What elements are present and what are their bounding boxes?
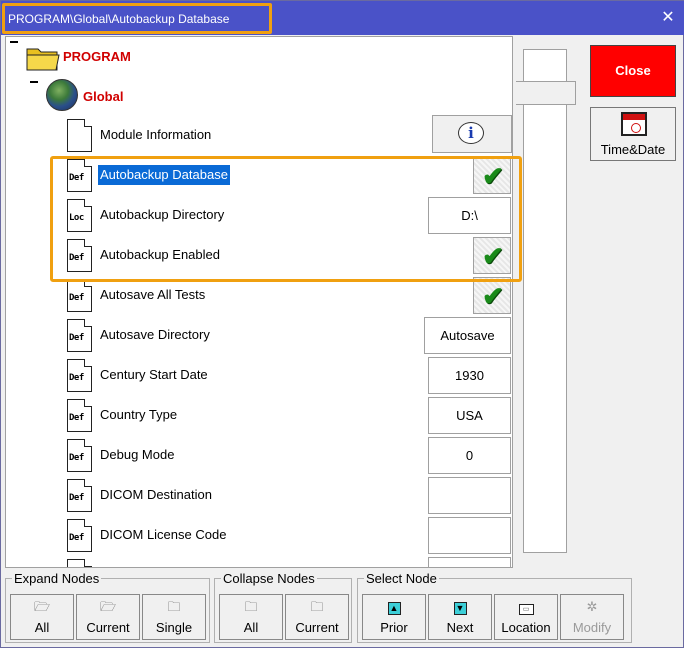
collapse-root-icon[interactable]	[10, 41, 18, 43]
select-node-title: Select Node	[364, 571, 439, 586]
title-highlight-frame	[2, 3, 272, 34]
dicom-destination-field[interactable]	[428, 477, 511, 514]
tree-item-autosave-all-tests[interactable]: Autosave All Tests	[98, 285, 207, 305]
collapse-current-button[interactable]: 🗀 Current	[285, 594, 349, 640]
debug-mode-field[interactable]: 0	[428, 437, 511, 474]
folder-icon	[26, 48, 60, 71]
folder-open-icon: 🗀	[167, 599, 181, 614]
tree-node-global[interactable]: Global	[83, 89, 123, 104]
autosave-directory-field[interactable]: Autosave	[424, 317, 511, 354]
expand-all-button[interactable]: 🗁 All	[10, 594, 74, 640]
modify-label: Modify	[572, 620, 612, 635]
folders-icon: 🗀	[310, 599, 324, 614]
info-icon: i	[458, 122, 484, 144]
prior-button[interactable]: ▲ Prior	[362, 594, 426, 640]
autobackup-enabled-checkbox[interactable]: ✔	[473, 237, 511, 274]
tree-item-country-type[interactable]: Country Type	[98, 405, 179, 425]
location-button[interactable]: ▭ Location	[494, 594, 558, 640]
autobackup-database-checkbox[interactable]: ✔	[473, 157, 511, 194]
autobackup-directory-field[interactable]: D:\	[428, 197, 511, 234]
def-icon: Def	[67, 239, 92, 272]
def-icon: Def	[67, 279, 92, 312]
collapse-nodes-title: Collapse Nodes	[221, 571, 317, 586]
title-bar: PROGRAM\Global\Autobackup Database ✕	[1, 1, 684, 35]
def-icon: Def	[67, 399, 92, 432]
document-icon	[67, 119, 92, 152]
tree-item-debug-mode[interactable]: Debug Mode	[98, 445, 176, 465]
prior-label: Prior	[380, 620, 408, 635]
folders-icon: 🗀	[244, 599, 258, 614]
expand-single-button[interactable]: 🗀 Single	[142, 594, 206, 640]
location-label: Location	[501, 620, 551, 635]
arrow-down-icon: ▼	[429, 599, 491, 615]
def-icon: Def	[67, 519, 92, 552]
loc-icon: Loc	[67, 199, 92, 232]
time-date-label: Time&Date	[600, 142, 666, 157]
info-button[interactable]: i	[432, 115, 512, 153]
check-icon: ✔	[482, 281, 504, 311]
folders-icon: 🗁	[33, 599, 51, 614]
tree-item-autobackup-directory[interactable]: Autobackup Directory	[98, 205, 226, 225]
arrow-up-icon: ▲	[363, 599, 425, 615]
collapse-nodes-group: Collapse Nodes 🗀 All 🗀 Current	[214, 572, 352, 643]
next-row-field[interactable]	[428, 557, 511, 567]
time-date-button[interactable]: Time&Date	[590, 107, 676, 161]
globe-icon	[46, 79, 78, 111]
expand-all-label: All	[34, 620, 50, 635]
tree-node-program[interactable]: PROGRAM	[63, 49, 131, 64]
close-button[interactable]: Close	[590, 45, 676, 97]
app-window: PROGRAM\Global\Autobackup Database ✕ PRO…	[0, 0, 684, 648]
expand-nodes-title: Expand Nodes	[12, 571, 102, 586]
def-icon: Def	[67, 159, 92, 192]
vertical-scrollbar[interactable]	[523, 49, 567, 553]
settings-tree[interactable]: PROGRAM Global Module Information i Def …	[5, 36, 513, 568]
tree-item-dicom-license-code[interactable]: DICOM License Code	[98, 525, 228, 545]
tree-item-autosave-directory[interactable]: Autosave Directory	[98, 325, 212, 345]
autosave-all-tests-checkbox[interactable]: ✔	[473, 277, 511, 314]
tree-item-autobackup-enabled[interactable]: Autobackup Enabled	[98, 245, 222, 265]
def-icon: Def	[67, 359, 92, 392]
expand-current-label: Current	[86, 620, 130, 635]
expand-single-label: Single	[155, 620, 193, 635]
def-icon: Def	[67, 479, 92, 512]
select-node-group: Select Node ▲ Prior ▼ Next ▭ Location ✲ …	[357, 572, 632, 643]
expand-current-button[interactable]: 🗁 Current	[76, 594, 140, 640]
tree-item-module-information[interactable]: Module Information	[98, 125, 213, 145]
collapse-all-label: All	[243, 620, 259, 635]
def-icon: Def	[67, 319, 92, 352]
check-icon: ✔	[482, 241, 504, 271]
collapse-current-label: Current	[295, 620, 339, 635]
tree-item-dicom-destination[interactable]: DICOM Destination	[98, 485, 214, 505]
modify-icon: ✲	[586, 599, 598, 614]
scrollbar-thumb[interactable]	[516, 81, 576, 105]
window-close-icon[interactable]: ✕	[659, 9, 677, 27]
tree-item-century-start-date[interactable]: Century Start Date	[98, 365, 210, 385]
expand-nodes-group: Expand Nodes 🗁 All 🗁 Current 🗀 Single	[5, 572, 210, 643]
collapse-global-icon[interactable]	[30, 81, 38, 83]
country-type-field[interactable]: USA	[428, 397, 511, 434]
next-label: Next	[446, 620, 474, 635]
check-icon: ✔	[482, 161, 504, 191]
next-button[interactable]: ▼ Next	[428, 594, 492, 640]
collapse-all-button[interactable]: 🗀 All	[219, 594, 283, 640]
modify-button[interactable]: ✲ Modify	[560, 594, 624, 640]
def-icon: Def	[67, 439, 92, 472]
calendar-clock-icon	[621, 112, 647, 136]
century-start-date-field[interactable]: 1930	[428, 357, 511, 394]
dicom-license-code-field[interactable]	[428, 517, 511, 554]
folders-icon: 🗁	[99, 599, 117, 614]
def-icon	[67, 559, 92, 567]
tree-item-autobackup-database[interactable]: Autobackup Database	[98, 165, 230, 185]
location-icon: ▭	[495, 599, 557, 615]
